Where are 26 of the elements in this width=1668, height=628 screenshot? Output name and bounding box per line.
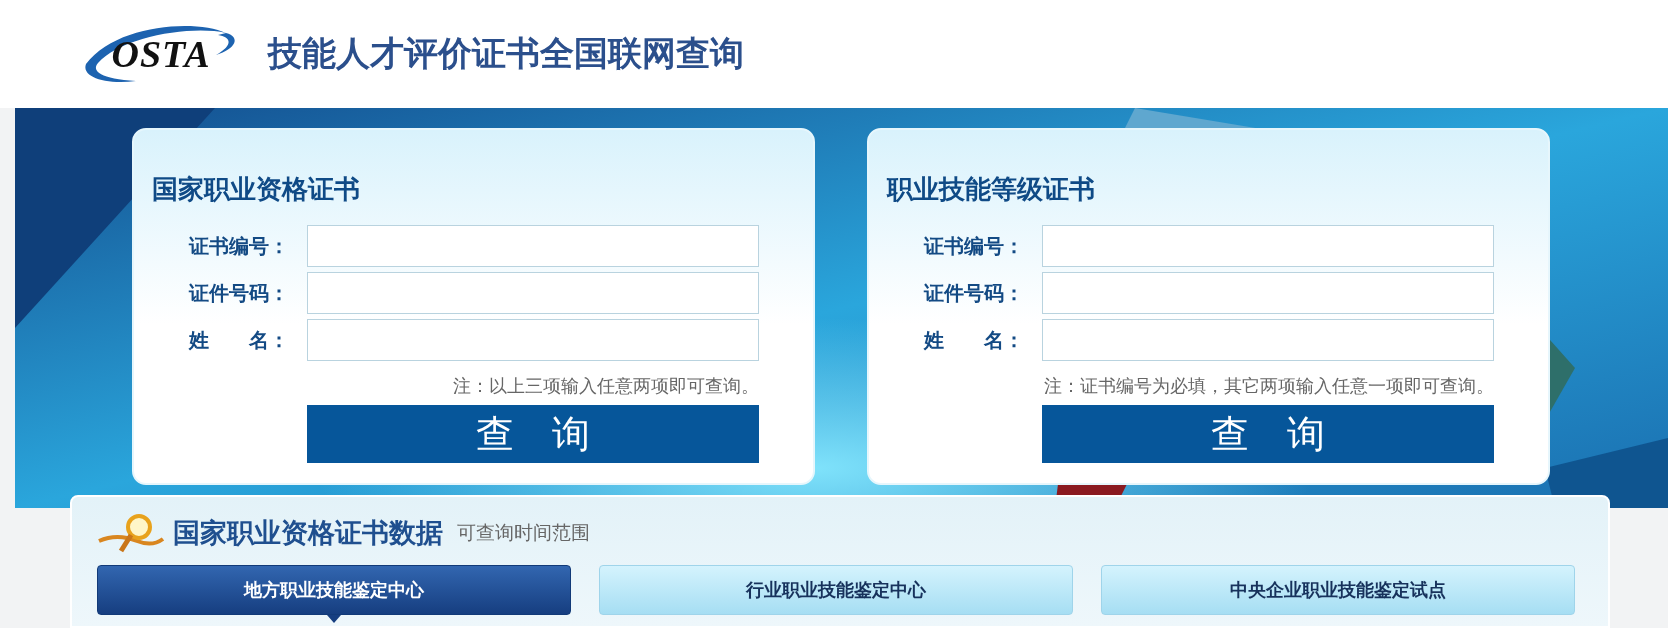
card-title: 国家职业资格证书 — [152, 173, 361, 206]
section-subtitle: 可查询时间范围 — [457, 520, 590, 545]
field-label: 证件号码： — [189, 279, 289, 307]
field-label: 姓 名： — [189, 326, 289, 354]
input-field[interactable] — [307, 272, 759, 314]
magnifier-icon — [97, 511, 167, 555]
section-title: 国家职业资格证书数据 — [173, 516, 443, 550]
input-field[interactable] — [1042, 225, 1494, 267]
input-field[interactable] — [1042, 319, 1494, 361]
field-label: 证书编号： — [189, 232, 289, 260]
category-tab[interactable]: 地方职业技能鉴定中心 — [97, 565, 571, 615]
category-tab[interactable]: 行业职业技能鉴定中心 — [599, 565, 1073, 615]
query-button[interactable]: 查 询 — [1042, 405, 1494, 463]
category-tab[interactable]: 中央企业职业技能鉴定试点 — [1101, 565, 1575, 615]
field-label: 证书编号： — [924, 232, 1024, 260]
input-field[interactable] — [1042, 272, 1494, 314]
query-button[interactable]: 查 询 — [307, 405, 759, 463]
note-text: 注：以上三项输入任意两项即可查询。 — [453, 374, 759, 398]
field-label: 证件号码： — [924, 279, 1024, 307]
logo-text: OSTA — [111, 32, 211, 76]
input-field[interactable] — [307, 319, 759, 361]
note-text: 注：证书编号为必填，其它两项输入任意一项即可查询。 — [1044, 374, 1494, 398]
page-title: 技能人才评价证书全国联网查询 — [268, 32, 744, 75]
input-field[interactable] — [307, 225, 759, 267]
field-label: 姓 名： — [924, 326, 1024, 354]
card-title: 职业技能等级证书 — [887, 173, 1096, 206]
